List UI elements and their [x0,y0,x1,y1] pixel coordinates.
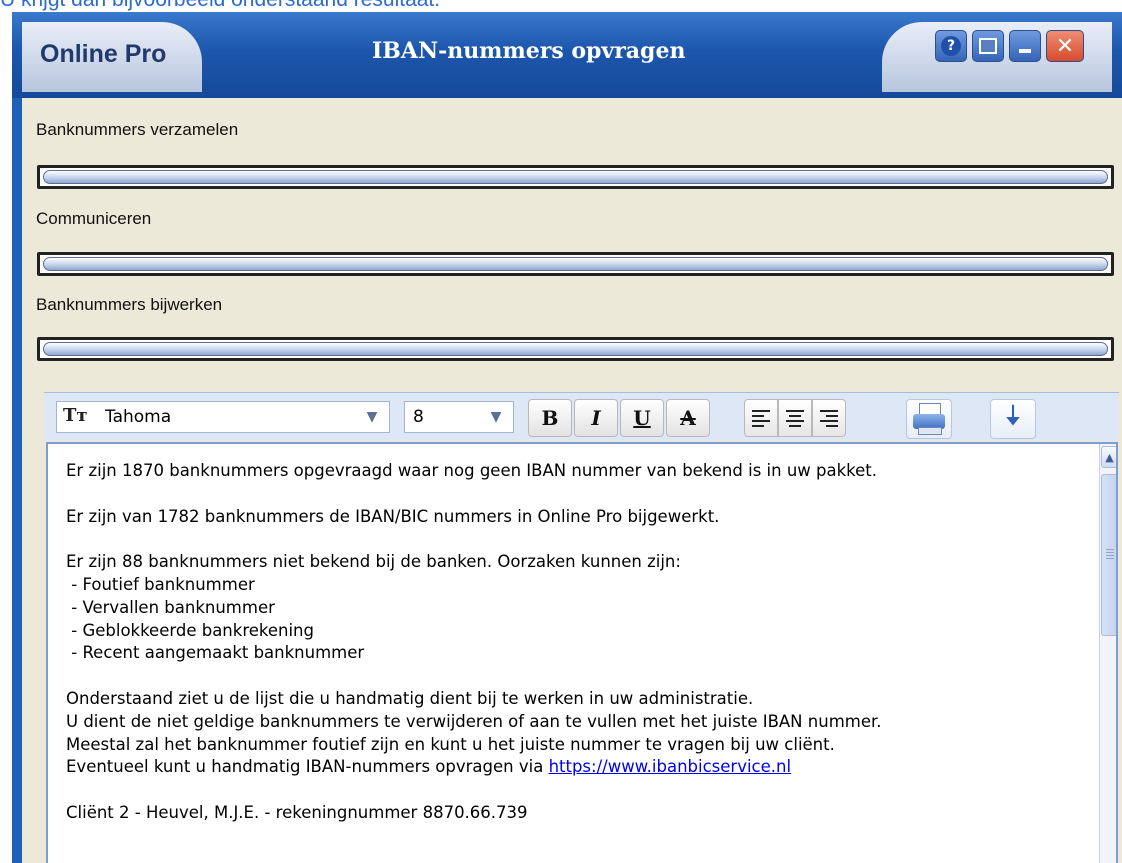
text-line: Er zijn van 1782 banknummers de IBAN/BIC… [66,506,720,526]
minimize-button[interactable] [1009,30,1041,62]
result-text-editor[interactable]: Er zijn 1870 banknummers opgevraagd waar… [46,442,1118,863]
caption-text: U krijgt dan bijvoorbeeld onderstaand re… [0,0,440,12]
screen-button[interactable] [972,30,1004,62]
iban-window: Online Pro IBAN-nummers opvragen ? ✕ Ban… [12,12,1122,863]
text-line: - Geblokkeerde bankrekening [66,620,314,640]
progress-bar-update [37,337,1114,361]
ibanbicservice-link[interactable]: https://www.ibanbicservice.nl [549,757,792,776]
underline-button[interactable]: U [620,399,664,437]
window-title: IBAN-nummers opvragen [372,38,686,64]
screen-icon [979,38,997,54]
progress-label-collect: Banknummers verzamelen [36,120,239,139]
text-line: - Vervallen banknummer [66,597,275,617]
text-line: - Recent aangemaakt banknummer [66,643,365,663]
progress-label-communicate: Communiceren [36,209,152,228]
text-line: U dient de niet geldige banknummers te v… [66,711,882,731]
arrow-down-button[interactable]: 🠣 [990,399,1036,439]
progress-bar-collect [37,165,1114,189]
text-line: Cliënt 2 - Heuvel, M.J.E. - rekeningnumm… [66,802,528,822]
font-family-value: Tahoma [105,407,172,427]
align-right-button[interactable] [812,399,846,437]
progress-label-update: Banknummers bijwerken [36,295,223,314]
text-line: Onderstaand ziet u de lijst die u handma… [66,688,754,708]
font-icon: Tт [63,405,88,426]
text-line: Er zijn 1870 banknummers opgevraagd waar… [66,461,877,480]
bold-button[interactable]: B [528,399,572,437]
scroll-thumb[interactable] [1101,474,1116,636]
help-button[interactable]: ? [935,30,967,62]
align-left-button[interactable] [744,399,778,437]
arrow-down-icon: 🠣 [1005,401,1021,431]
minimize-icon [1019,49,1031,53]
font-family-select[interactable]: Tт Tahoma ▼ [56,401,390,433]
text-line: - Foutief banknummer [66,574,255,594]
font-size-select[interactable]: 8 ▼ [404,401,514,433]
scroll-up-button[interactable]: ▲ [1101,446,1116,468]
italic-button[interactable]: I [574,399,618,437]
vertical-scrollbar[interactable]: ▲ [1099,444,1116,863]
text-line: Er zijn 88 banknummers niet bekend bij d… [66,552,681,572]
chevron-down-icon[interactable]: ▼ [481,403,511,431]
app-name: Online Pro [40,40,167,68]
print-button[interactable] [906,399,952,439]
content-area: Banknummers verzamelen Communiceren Bank… [22,98,1122,863]
help-icon: ? [941,36,961,56]
text-line: Eventueel kunt u handmatig IBAN-nummers … [66,757,549,777]
strikethrough-button[interactable]: A [666,399,710,437]
text-line: Meestal zal het banknummer foutief zijn … [66,734,835,754]
align-center-button[interactable] [778,399,812,437]
close-button[interactable]: ✕ [1046,30,1084,62]
chevron-down-icon[interactable]: ▼ [357,403,387,431]
progress-bar-communicate [37,252,1114,276]
font-size-value: 8 [413,407,424,427]
title-bar[interactable]: Online Pro IBAN-nummers opvragen ? ✕ [12,12,1122,98]
result-text: Er zijn 1870 banknummers opgevraagd waar… [66,460,1086,825]
editor-toolbar: Tт Tahoma ▼ 8 ▼ B I U A 🠣 [44,392,1119,441]
chevron-up-icon: ▲ [1105,450,1114,464]
